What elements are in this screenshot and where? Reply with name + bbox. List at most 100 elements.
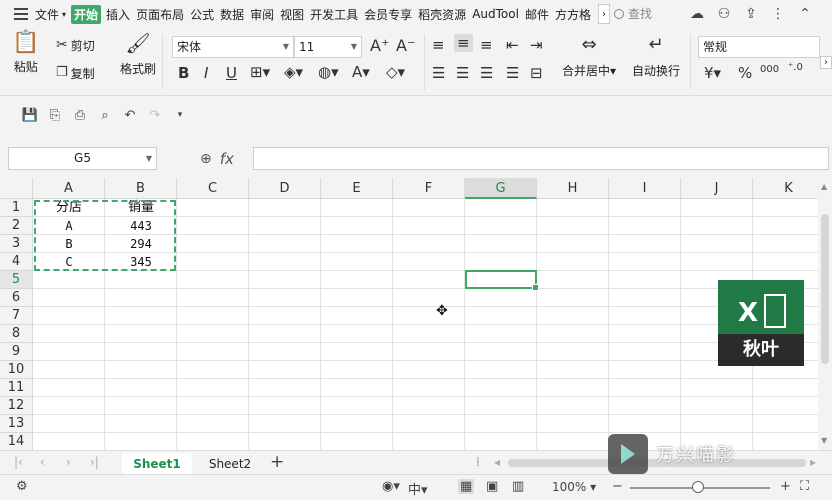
menu-data[interactable]: 数据 [219, 6, 245, 23]
align-center-icon[interactable]: ☰ [456, 64, 469, 82]
vertical-scroll-thumb[interactable] [821, 214, 829, 364]
align-top-icon[interactable]: ≡ [432, 36, 445, 54]
fullscreen-icon[interactable]: ⛶ [800, 479, 809, 494]
select-all-corner[interactable] [0, 178, 33, 199]
decrease-indent-icon[interactable]: ⇤ [506, 36, 519, 54]
sheet-tab-2[interactable]: Sheet2 [196, 453, 264, 475]
menu-docer[interactable]: 稻壳资源 [417, 6, 467, 23]
italic-icon[interactable]: I [204, 64, 208, 82]
add-sheet-icon[interactable]: + [270, 452, 284, 472]
currency-icon[interactable]: ¥▾ [704, 64, 721, 82]
save-icon[interactable]: 💾 [20, 105, 40, 125]
scroll-down-icon[interactable]: ▼ [821, 436, 827, 445]
format-painter-button[interactable]: 🖌 格式刷 [120, 33, 156, 77]
row-header-11[interactable]: 11 [0, 379, 33, 397]
print-preview-icon[interactable]: ⌕ [95, 105, 115, 125]
increase-indent-icon[interactable]: ⇥ [530, 36, 543, 54]
spreadsheet-grid[interactable]: A B C D E F G H I J K 1 2 3 4 5 6 7 8 9 10 11 12 13 14 分店 销量 A 443 B 2… [0, 178, 818, 450]
thousands-separator-icon[interactable]: 000 [760, 64, 779, 75]
row-header-4[interactable]: 4 [0, 253, 33, 271]
merge-center-button[interactable]: ⇔ 合并居中▾ [562, 36, 616, 79]
fx-icon[interactable]: fx [220, 150, 234, 168]
next-sheet-icon[interactable]: › [66, 455, 71, 469]
font-size-select[interactable]: 11 ▼ [294, 36, 362, 58]
chevron-down-icon[interactable]: ▾ [61, 10, 67, 19]
font-color-icon[interactable]: A▾ [352, 63, 370, 81]
first-sheet-icon[interactable]: |‹ [14, 455, 23, 469]
align-right-icon[interactable]: ☰ [480, 64, 493, 82]
row-header-1[interactable]: 1 [0, 199, 33, 217]
column-header-k[interactable]: K [753, 178, 818, 199]
more-options-icon[interactable]: ⋮ [767, 4, 789, 24]
scroll-up-icon[interactable]: ▲ [821, 182, 827, 191]
bold-icon[interactable]: B [178, 64, 189, 82]
column-header-b[interactable]: B [105, 178, 177, 199]
active-cell-selection[interactable] [465, 270, 539, 291]
align-bottom-icon[interactable]: ≡ [480, 36, 493, 54]
row-header-9[interactable]: 9 [0, 343, 33, 361]
ribbon-scroll-icon[interactable]: › [820, 56, 832, 69]
column-header-g[interactable]: G [465, 178, 537, 199]
zoom-formula-icon[interactable]: ⊕ [200, 151, 212, 167]
formula-input[interactable] [253, 147, 829, 170]
hamburger-icon[interactable] [14, 8, 28, 20]
undo-icon[interactable]: ↶ [120, 105, 140, 125]
justify-icon[interactable]: ☰ [506, 64, 519, 82]
row-header-7[interactable]: 7 [0, 307, 33, 325]
collaborate-icon[interactable]: ⚇ [713, 4, 735, 24]
row-header-6[interactable]: 6 [0, 289, 33, 307]
menu-home[interactable]: 开始 [71, 4, 102, 24]
scroll-left-icon[interactable]: ◂ [494, 455, 500, 469]
row-header-10[interactable]: 10 [0, 361, 33, 379]
align-middle-icon[interactable]: ≡ [454, 34, 473, 52]
column-header-d[interactable]: D [249, 178, 321, 199]
border-icon[interactable]: ⊞▾ [250, 63, 270, 81]
zoom-level[interactable]: 100% ▾ [552, 480, 596, 494]
menu-audtool[interactable]: AudTool [471, 7, 520, 21]
last-sheet-icon[interactable]: ›| [90, 455, 99, 469]
paste-button[interactable]: 📋 粘贴 [12, 32, 39, 75]
column-header-f[interactable]: F [393, 178, 465, 199]
cut-button[interactable]: ✂ 剪切 [56, 36, 95, 54]
menu-membership[interactable]: 会员专享 [363, 6, 413, 23]
input-method-icon[interactable]: 中▾ [408, 479, 428, 498]
font-name-select[interactable]: 宋体 ▼ [172, 36, 294, 58]
row-header-8[interactable]: 8 [0, 325, 33, 343]
column-header-h[interactable]: H [537, 178, 609, 199]
copy-button[interactable]: ❐ 复制 [56, 64, 95, 82]
decimal-icon[interactable]: ⁺.0 [788, 62, 803, 73]
eye-protection-icon[interactable]: ◉▾ [382, 479, 400, 494]
row-header-14[interactable]: 14 [0, 433, 33, 450]
row-header-3[interactable]: 3 [0, 235, 33, 253]
row-header-12[interactable]: 12 [0, 397, 33, 415]
customize-toolbar-icon[interactable]: ▾ [170, 105, 190, 125]
menu-formulas[interactable]: 公式 [189, 6, 215, 23]
search-box[interactable]: 查找 [614, 5, 652, 22]
row-header-13[interactable]: 13 [0, 415, 33, 433]
page-layout-view-icon[interactable]: ▣ [486, 479, 498, 494]
menu-fangfangge[interactable]: 方方格 [554, 6, 592, 23]
column-header-i[interactable]: I [609, 178, 681, 199]
highlight-icon[interactable]: ◍▾ [318, 63, 339, 81]
zoom-out-icon[interactable]: − [612, 479, 623, 494]
column-header-j[interactable]: J [681, 178, 753, 199]
print-icon[interactable]: ⎙ [70, 105, 90, 125]
normal-view-icon[interactable]: ▦ [458, 479, 475, 494]
sheet-tab-1[interactable]: Sheet1 [122, 453, 192, 475]
column-header-e[interactable]: E [321, 178, 393, 199]
zoom-in-icon[interactable]: + [780, 479, 791, 494]
number-format-select[interactable]: 常规 [698, 36, 820, 58]
prev-sheet-icon[interactable]: ‹ [40, 455, 45, 469]
vertical-scrollbar[interactable]: ▲ ▼ [818, 178, 832, 450]
redo-icon[interactable]: ↷ [145, 105, 165, 125]
wrap-text-button[interactable]: ↵ 自动换行 [632, 36, 680, 79]
menu-more-icon[interactable]: › [597, 4, 610, 24]
column-header-c[interactable]: C [177, 178, 249, 199]
row-header-5[interactable]: 5 [0, 271, 33, 289]
menu-file[interactable]: 文件 [34, 6, 60, 23]
scroll-right-icon[interactable]: ▸ [810, 455, 816, 469]
eraser-icon[interactable]: ◇▾ [386, 63, 405, 81]
row-header-2[interactable]: 2 [0, 217, 33, 235]
share-icon[interactable]: ⇪ [740, 4, 762, 24]
menu-review[interactable]: 审阅 [249, 6, 275, 23]
